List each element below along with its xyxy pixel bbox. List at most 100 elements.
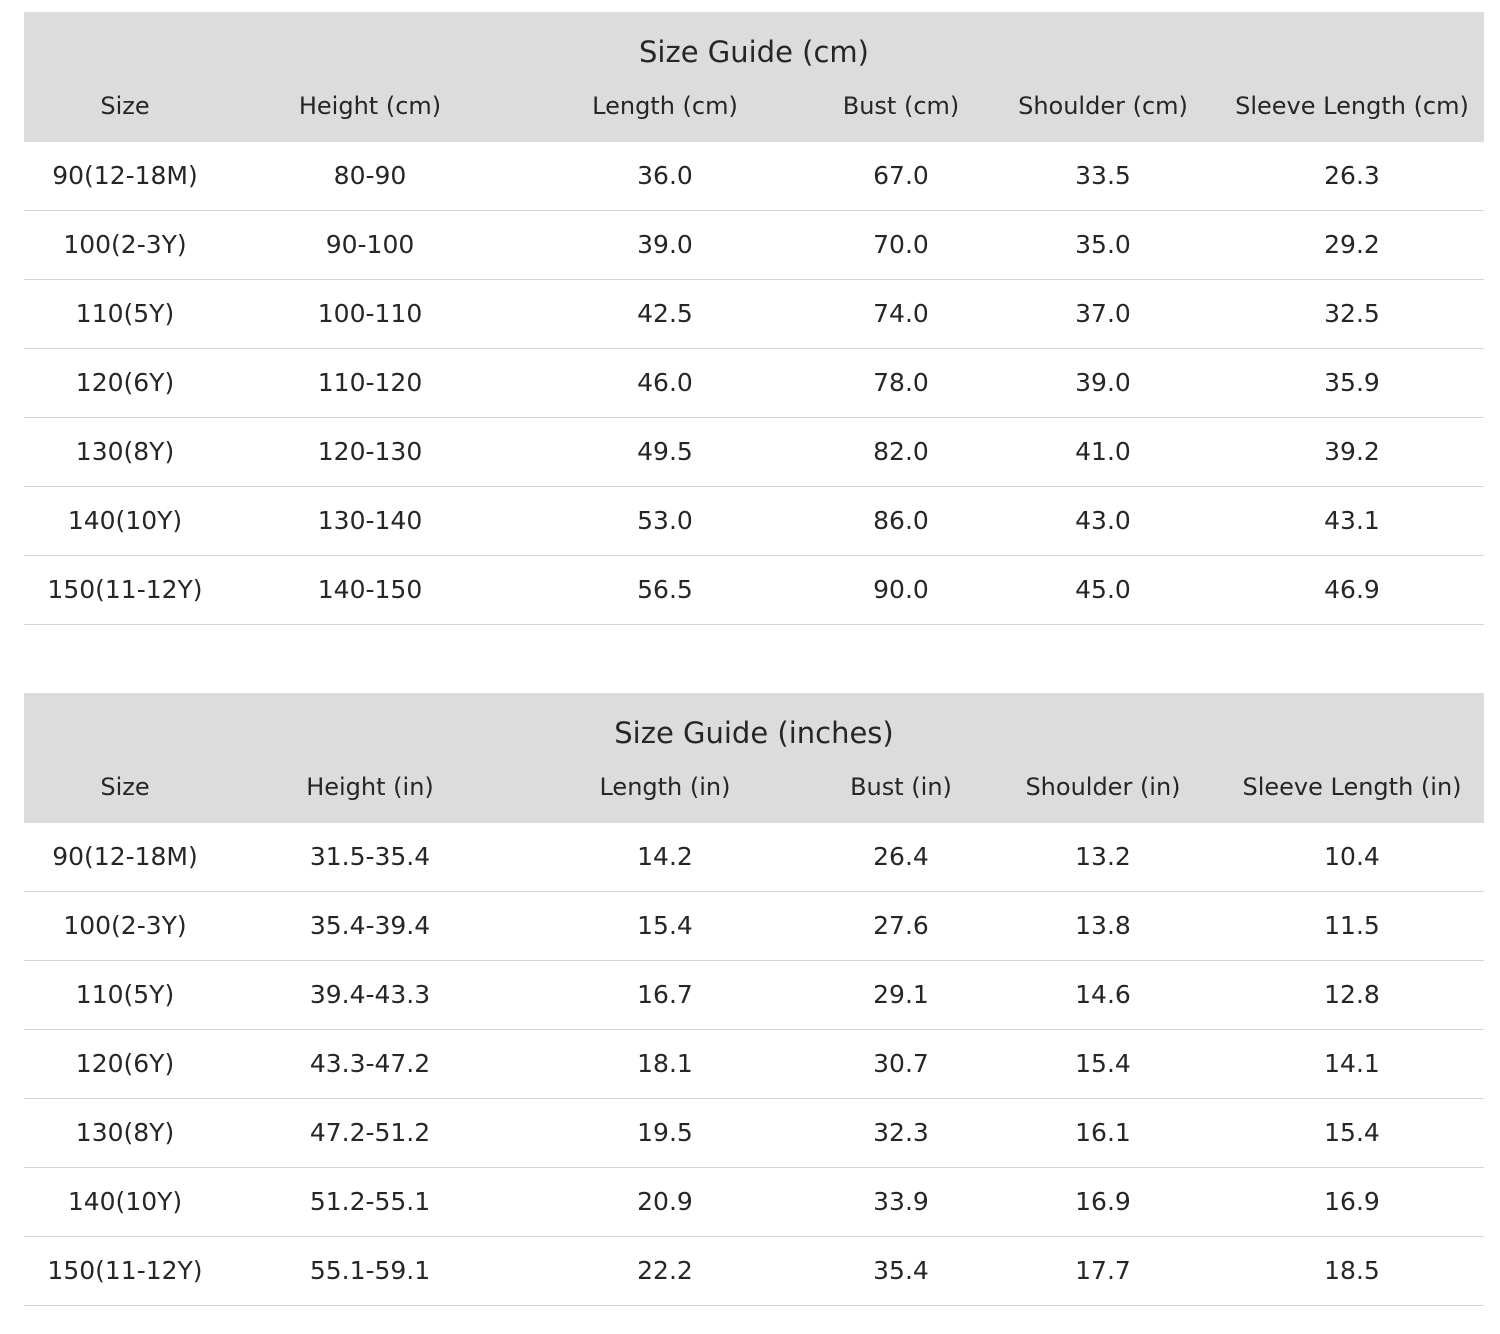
size-cell: 110(5Y) (75, 299, 175, 328)
shoulder-cell: 39.0 (1075, 368, 1131, 397)
column-header-bust: Bust (cm) (842, 92, 960, 120)
sleeve-length-cell: 29.2 (1324, 230, 1380, 259)
table-body: 90(12-18M) 31.5-35.4 14.2 26.4 13.2 10.4 100(2… (24, 823, 1484, 1306)
sleeve-length-cell: 15.4 (1324, 1118, 1380, 1147)
bust-cell: 30.7 (873, 1049, 929, 1078)
length-cell: 49.5 (637, 437, 693, 466)
size-guide-table-inches: Size Guide (inches) Size Height (in) Len… (24, 693, 1484, 1306)
column-header-row: Size Height (cm) Length (cm) Bust (cm) S… (24, 82, 1484, 130)
shoulder-cell: 13.2 (1075, 842, 1131, 871)
height-cell: 43.3-47.2 (309, 1049, 431, 1078)
table-row: 130(8Y) 120-130 49.5 82.0 41.0 39.2 (24, 418, 1484, 487)
column-header-height: Height (cm) (298, 92, 442, 120)
sleeve-length-cell: 26.3 (1324, 161, 1380, 190)
column-header-row: Size Height (in) Length (in) Bust (in) S… (24, 763, 1484, 811)
bust-cell: 27.6 (873, 911, 929, 940)
table-row: 140(10Y) 130-140 53.0 86.0 43.0 43.1 (24, 487, 1484, 556)
shoulder-cell: 33.5 (1075, 161, 1131, 190)
size-cell: 150(11-12Y) (47, 575, 203, 604)
size-cell: 90(12-18M) (52, 842, 198, 871)
column-header-size: Size (100, 92, 150, 120)
column-header-length: Length (cm) (592, 92, 738, 120)
size-guide-table-cm: Size Guide (cm) Size Height (cm) Length … (24, 12, 1484, 625)
size-cell: 120(6Y) (75, 1049, 175, 1078)
height-cell: 90-100 (325, 230, 415, 259)
height-cell: 47.2-51.2 (309, 1118, 431, 1147)
length-cell: 19.5 (637, 1118, 693, 1147)
height-cell: 120-130 (317, 437, 423, 466)
length-cell: 56.5 (637, 575, 693, 604)
height-cell: 39.4-43.3 (309, 980, 431, 1009)
shoulder-cell: 13.8 (1075, 911, 1131, 940)
table-row: 90(12-18M) 80-90 36.0 67.0 33.5 26.3 (24, 142, 1484, 211)
sleeve-length-cell: 16.9 (1324, 1187, 1380, 1216)
bust-cell: 26.4 (873, 842, 929, 871)
shoulder-cell: 43.0 (1075, 506, 1131, 535)
length-cell: 22.2 (637, 1256, 693, 1285)
column-header-size: Size (100, 773, 150, 801)
height-cell: 110-120 (317, 368, 423, 397)
size-cell: 120(6Y) (75, 368, 175, 397)
table-row: 100(2-3Y) 35.4-39.4 15.4 27.6 13.8 11.5 (24, 892, 1484, 961)
shoulder-cell: 37.0 (1075, 299, 1131, 328)
height-cell: 31.5-35.4 (309, 842, 431, 871)
size-cell: 130(8Y) (75, 1118, 175, 1147)
bust-cell: 78.0 (873, 368, 929, 397)
column-header-height: Height (in) (306, 773, 434, 801)
column-header-length: Length (in) (599, 773, 731, 801)
length-cell: 20.9 (637, 1187, 693, 1216)
table-row: 140(10Y) 51.2-55.1 20.9 33.9 16.9 16.9 (24, 1168, 1484, 1237)
shoulder-cell: 15.4 (1075, 1049, 1131, 1078)
bust-cell: 33.9 (873, 1187, 929, 1216)
size-cell: 90(12-18M) (52, 161, 198, 190)
length-cell: 42.5 (637, 299, 693, 328)
bust-cell: 29.1 (873, 980, 929, 1009)
size-cell: 140(10Y) (67, 506, 183, 535)
length-cell: 15.4 (637, 911, 693, 940)
size-cell: 100(2-3Y) (63, 911, 187, 940)
table-header: Size Guide (inches) Size Height (in) Len… (24, 693, 1484, 823)
table-row: 120(6Y) 110-120 46.0 78.0 39.0 35.9 (24, 349, 1484, 418)
column-header-shoulder: Shoulder (in) (1025, 773, 1181, 801)
bust-cell: 67.0 (873, 161, 929, 190)
bust-cell: 90.0 (873, 575, 929, 604)
sleeve-length-cell: 11.5 (1324, 911, 1380, 940)
bust-cell: 82.0 (873, 437, 929, 466)
size-cell: 100(2-3Y) (63, 230, 187, 259)
sleeve-length-cell: 39.2 (1324, 437, 1380, 466)
length-cell: 46.0 (637, 368, 693, 397)
size-cell: 150(11-12Y) (47, 1256, 203, 1285)
table-body: 90(12-18M) 80-90 36.0 67.0 33.5 26.3 100(2-3Y)… (24, 142, 1484, 625)
bust-cell: 70.0 (873, 230, 929, 259)
height-cell: 51.2-55.1 (309, 1187, 431, 1216)
size-cell: 110(5Y) (75, 980, 175, 1009)
sleeve-length-cell: 32.5 (1324, 299, 1380, 328)
shoulder-cell: 16.1 (1075, 1118, 1131, 1147)
sleeve-length-cell: 10.4 (1324, 842, 1380, 871)
table-row: 120(6Y) 43.3-47.2 18.1 30.7 15.4 14.1 (24, 1030, 1484, 1099)
table-row: 150(11-12Y) 55.1-59.1 22.2 35.4 17.7 18.5 (24, 1237, 1484, 1306)
table-row: 130(8Y) 47.2-51.2 19.5 32.3 16.1 15.4 (24, 1099, 1484, 1168)
shoulder-cell: 45.0 (1075, 575, 1131, 604)
table-title: Size Guide (cm) (639, 35, 869, 69)
column-header-sleeve-length: Sleeve Length (in) (1242, 773, 1462, 801)
sleeve-length-cell: 18.5 (1324, 1256, 1380, 1285)
height-cell: 130-140 (317, 506, 423, 535)
sleeve-length-cell: 35.9 (1324, 368, 1380, 397)
height-cell: 55.1-59.1 (309, 1256, 431, 1285)
table-row: 110(5Y) 100-110 42.5 74.0 37.0 32.5 (24, 280, 1484, 349)
table-row: 90(12-18M) 31.5-35.4 14.2 26.4 13.2 10.4 (24, 823, 1484, 892)
length-cell: 53.0 (637, 506, 693, 535)
shoulder-cell: 41.0 (1075, 437, 1131, 466)
sleeve-length-cell: 14.1 (1324, 1049, 1380, 1078)
table-header: Size Guide (cm) Size Height (cm) Length … (24, 12, 1484, 142)
column-header-bust: Bust (in) (850, 773, 952, 801)
bust-cell: 35.4 (873, 1256, 929, 1285)
length-cell: 18.1 (637, 1049, 693, 1078)
length-cell: 36.0 (637, 161, 693, 190)
table-title: Size Guide (inches) (614, 716, 894, 750)
table-row: 110(5Y) 39.4-43.3 16.7 29.1 14.6 12.8 (24, 961, 1484, 1030)
length-cell: 39.0 (637, 230, 693, 259)
sleeve-length-cell: 12.8 (1324, 980, 1380, 1009)
table-row: 150(11-12Y) 140-150 56.5 90.0 45.0 46.9 (24, 556, 1484, 625)
